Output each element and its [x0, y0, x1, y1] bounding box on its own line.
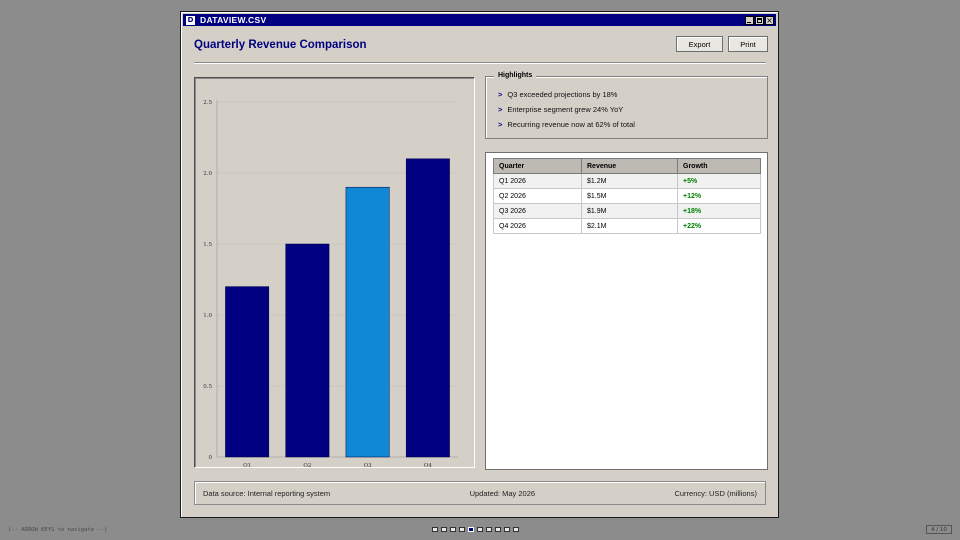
revenue-cell: $1.2M [581, 173, 678, 189]
revenue-table: Quarter Revenue Growth Q1 2026 $1.2M +5%… [493, 158, 761, 234]
highlight-item: > Recurring revenue now at 62% of total [498, 117, 635, 132]
status-bar: Data source: Internal reporting system U… [194, 481, 766, 505]
quarter-cell: Q4 2026 [493, 218, 582, 234]
revenue-cell: $1.5M [581, 188, 678, 204]
highlight-text: Q3 exceeded projections by 18% [507, 90, 618, 99]
pager-dot[interactable] [504, 527, 510, 532]
export-button[interactable]: Export [676, 36, 723, 52]
highlight-text: Recurring revenue now at 62% of total [507, 120, 635, 129]
navigation-hint: (-- ARROW KEYS to navigate --) [8, 527, 108, 533]
growth-cell: +22% [677, 218, 761, 234]
y-tick-label: 1.0 [203, 313, 212, 319]
pager-dot[interactable] [513, 527, 519, 532]
arrow-icon: > [498, 105, 503, 114]
highlight-item: > Q3 exceeded projections by 18% [498, 87, 635, 102]
x-tick-label: Q1 [243, 463, 251, 467]
highlights-group: Highlights > Q3 exceeded projections by 1… [485, 72, 768, 139]
y-tick-label: 0.5 [203, 384, 212, 390]
bar-q4 [405, 158, 450, 458]
page-counter: 4 / 10 [926, 525, 952, 534]
bar-q2 [285, 243, 330, 458]
app-window: D DATAVIEW.CSV × Quarterly Revenue Compa… [180, 11, 779, 518]
window-controls: × [745, 15, 774, 25]
print-button[interactable]: Print [728, 36, 768, 52]
page-title: Quarterly Revenue Comparison [194, 39, 367, 51]
pager-dot[interactable] [459, 527, 465, 532]
maximize-button[interactable] [755, 15, 764, 25]
table-row[interactable]: Q2 2026 $1.5M +12% [493, 188, 761, 204]
table-row[interactable]: Q4 2026 $2.1M +22% [493, 218, 761, 234]
title-bar[interactable]: D DATAVIEW.CSV × [183, 14, 776, 26]
window-title: DATAVIEW.CSV [200, 15, 267, 25]
x-tick-label: Q3 [364, 463, 373, 467]
x-tick-label: Q4 [424, 463, 433, 467]
minimize-icon [747, 21, 751, 23]
pager-dot[interactable] [441, 527, 447, 532]
growth-cell: +5% [677, 173, 761, 189]
updated-text: Updated: May 2026 [469, 488, 536, 498]
currency-text: Currency: USD (millions) [674, 488, 757, 498]
table-row[interactable]: Q3 2026 $1.9M +18% [493, 203, 761, 219]
pager-dot[interactable] [486, 527, 492, 532]
highlight-item: > Enterprise segment grew 24% YoY [498, 102, 635, 117]
bar-q3 [345, 186, 390, 458]
y-tick-label: 0 [209, 455, 213, 461]
y-tick-label: 2.5 [203, 100, 212, 106]
y-tick-label: 1.5 [203, 242, 212, 248]
pager-dot[interactable] [450, 527, 456, 532]
pager-dot[interactable] [432, 527, 438, 532]
bar-q1 [225, 286, 270, 458]
app-icon: D [186, 15, 195, 25]
minimize-button[interactable] [745, 15, 754, 25]
maximize-icon [757, 17, 762, 23]
data-source-text: Data source: Internal reporting system [203, 488, 331, 498]
pager-dot[interactable] [468, 527, 474, 532]
y-tick-label: 2.0 [203, 171, 212, 177]
table-panel: Quarter Revenue Growth Q1 2026 $1.2M +5%… [485, 152, 768, 470]
highlights-legend: Highlights [494, 72, 537, 79]
arrow-icon: > [498, 90, 503, 99]
chart-panel: 0 0.5 1.0 1.5 2.0 2.5 Q1 Q2 Q3 Q4 [194, 77, 475, 468]
pager-dot[interactable] [477, 527, 483, 532]
table-row[interactable]: Q1 2026 $1.2M +5% [493, 173, 761, 189]
column-header-quarter[interactable]: Quarter [493, 158, 582, 174]
close-icon: × [766, 15, 773, 25]
highlights-list: > Q3 exceeded projections by 18% > Enterpr… [498, 87, 635, 132]
quarter-cell: Q1 2026 [493, 173, 582, 189]
slide-pager [432, 527, 519, 532]
arrow-icon: > [498, 120, 503, 129]
close-button[interactable]: × [765, 15, 774, 25]
revenue-bar-chart: 0 0.5 1.0 1.5 2.0 2.5 Q1 Q2 Q3 Q4 [203, 100, 458, 467]
revenue-cell: $2.1M [581, 218, 678, 234]
quarter-cell: Q3 2026 [493, 203, 582, 219]
table-header-row: Quarter Revenue Growth [493, 158, 761, 174]
highlight-text: Enterprise segment grew 24% YoY [507, 105, 624, 114]
quarter-cell: Q2 2026 [493, 188, 582, 204]
growth-cell: +12% [677, 188, 761, 204]
title-divider [194, 62, 766, 64]
column-header-growth[interactable]: Growth [677, 158, 761, 174]
pager-dot[interactable] [495, 527, 501, 532]
growth-cell: +18% [677, 203, 761, 219]
column-header-revenue[interactable]: Revenue [581, 158, 678, 174]
x-tick-label: Q2 [303, 463, 311, 467]
revenue-cell: $1.9M [581, 203, 678, 219]
